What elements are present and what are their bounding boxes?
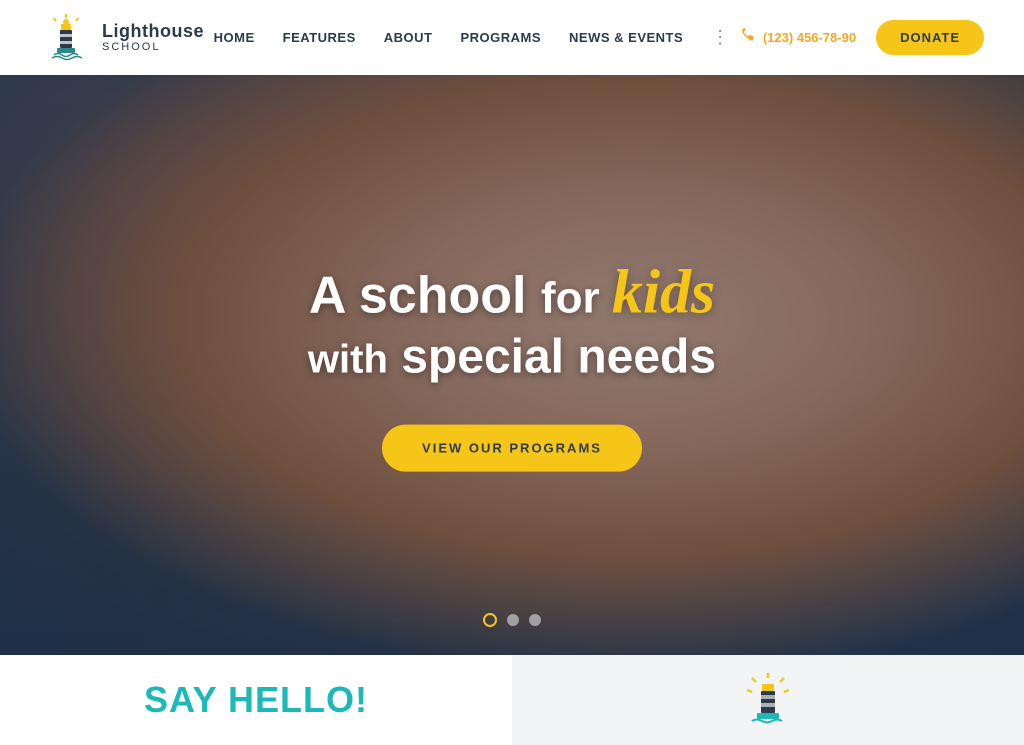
- hero-dot-1[interactable]: [483, 613, 497, 627]
- bottom-teaser: SAY HELLO!: [0, 655, 1024, 745]
- lighthouse-small-icon: [738, 670, 798, 730]
- phone-number: (123) 456-78-90: [763, 30, 856, 45]
- nav-item-programs[interactable]: PROGRAMS: [460, 30, 541, 45]
- hero-headline-line2: with special needs: [0, 329, 1024, 387]
- phone-area[interactable]: (123) 456-78-90: [741, 27, 856, 48]
- hero-text-kids: kids: [612, 259, 715, 327]
- hero-dot-3[interactable]: [529, 614, 541, 626]
- lighthouse-logo-icon: [40, 12, 92, 64]
- hero-headline-line1: A school for kids: [0, 259, 1024, 327]
- hero-section: A school for kids with special needs VIE…: [0, 75, 1024, 655]
- logo-text-block: Lighthouse SCHOOL: [102, 22, 204, 54]
- lighthouse-icon-section: [512, 655, 1024, 745]
- say-hello-text: SAY HELLO!: [144, 679, 368, 721]
- hero-text-a-school: A school: [309, 267, 527, 325]
- logo-title: Lighthouse: [102, 22, 204, 42]
- hero-dot-2[interactable]: [507, 614, 519, 626]
- logo-subtitle: SCHOOL: [102, 41, 204, 53]
- hero-text-with: with: [308, 338, 388, 382]
- view-programs-button[interactable]: VIEW OUR PROGRAMS: [382, 424, 642, 471]
- hero-content: A school for kids with special needs VIE…: [0, 259, 1024, 472]
- phone-icon: [741, 27, 757, 48]
- nav-item-about[interactable]: ABOUT: [384, 30, 433, 45]
- nav-item-features[interactable]: FEATURES: [283, 30, 356, 45]
- hero-carousel-dots: [483, 613, 541, 627]
- header: Lighthouse SCHOOL HOME FEATURES ABOUT PR…: [0, 0, 1024, 75]
- header-right: (123) 456-78-90 DONATE: [741, 20, 984, 55]
- nav-item-news-events[interactable]: NEWS & EVENTS: [569, 30, 683, 45]
- hero-text-special-needs: special needs: [401, 331, 716, 384]
- nav-more-dots[interactable]: ⋮: [711, 27, 731, 48]
- say-hello-section: SAY HELLO!: [0, 655, 512, 745]
- donate-button[interactable]: DONATE: [876, 20, 984, 55]
- logo[interactable]: Lighthouse SCHOOL: [40, 12, 204, 64]
- nav-item-home[interactable]: HOME: [214, 30, 255, 45]
- main-nav: HOME FEATURES ABOUT PROGRAMS NEWS & EVEN…: [214, 27, 732, 48]
- hero-text-for: for: [541, 274, 612, 323]
